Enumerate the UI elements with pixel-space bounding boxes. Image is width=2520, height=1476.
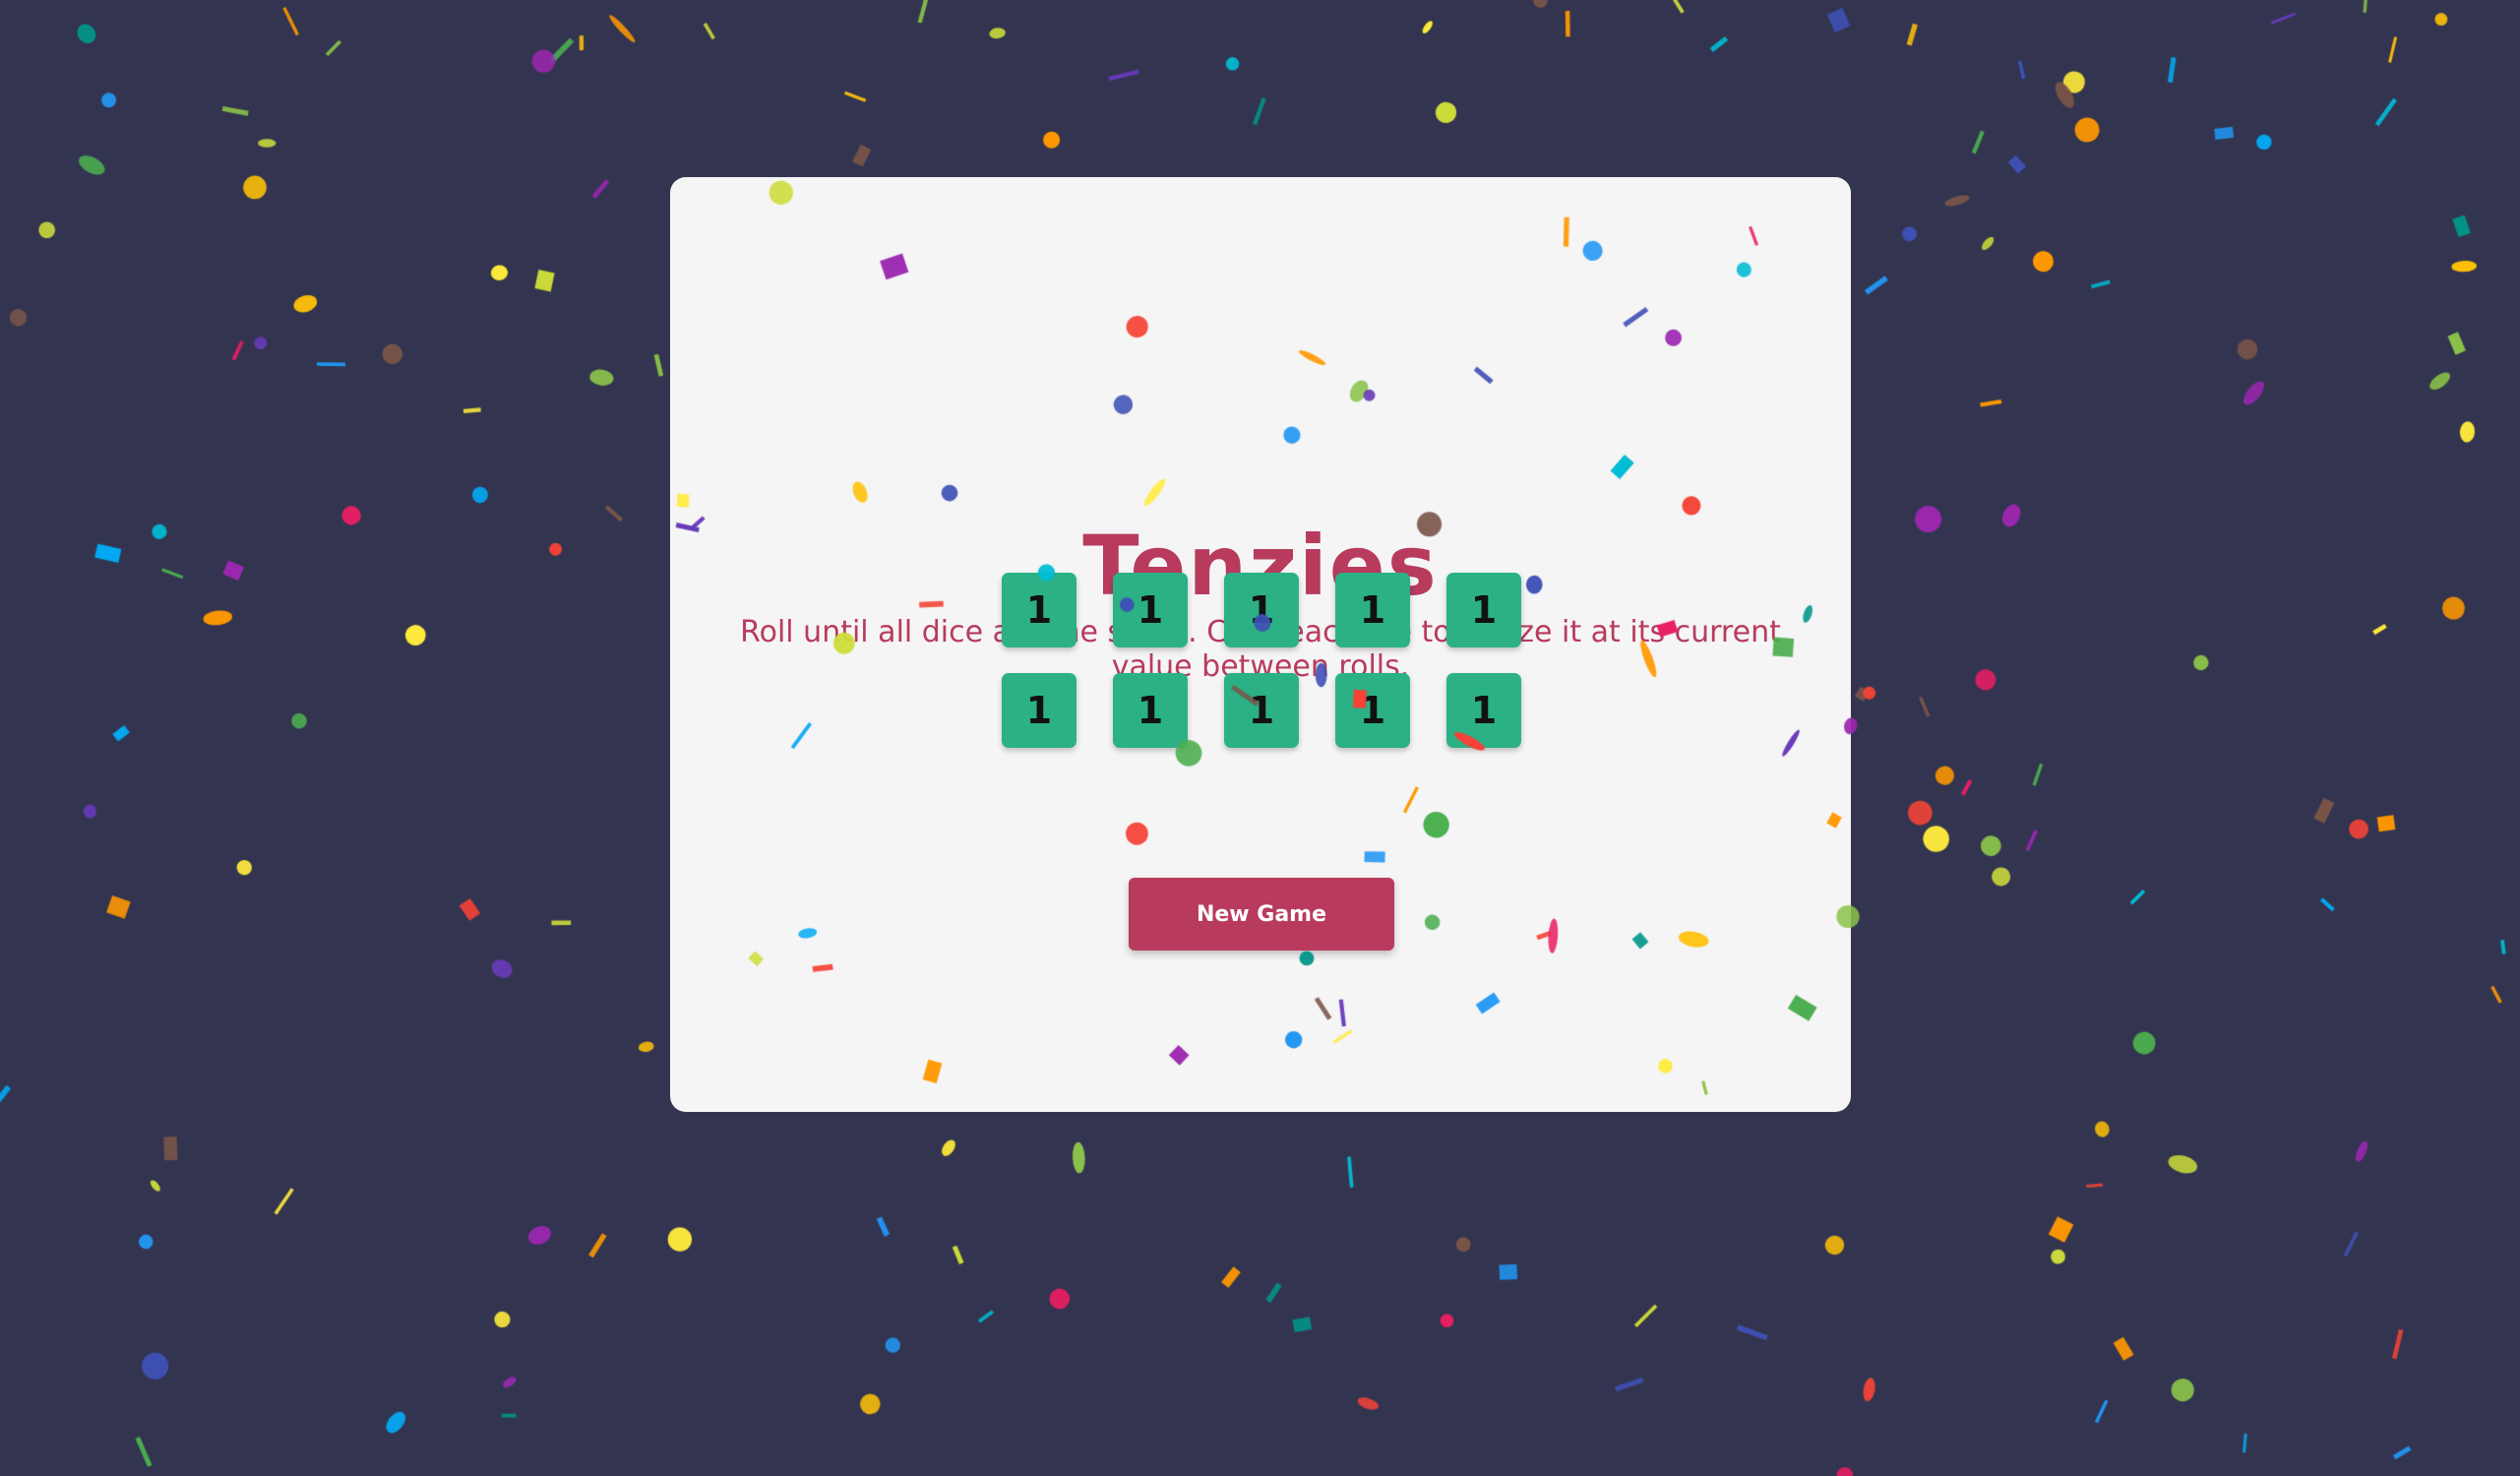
die-2[interactable]: 1	[1113, 573, 1188, 647]
dice-grid: 1 1 1 1 1 1 1 1 1 1	[1002, 573, 1521, 748]
die-8[interactable]: 1	[1224, 673, 1299, 748]
game-card: Tenzies Roll until all dice are the same…	[670, 177, 1851, 1112]
die-5[interactable]: 1	[1446, 573, 1521, 647]
die-4[interactable]: 1	[1335, 573, 1410, 647]
new-game-button[interactable]: New Game	[1129, 878, 1394, 951]
die-9[interactable]: 1	[1335, 673, 1410, 748]
die-3[interactable]: 1	[1224, 573, 1299, 647]
die-1[interactable]: 1	[1002, 573, 1076, 647]
die-10[interactable]: 1	[1446, 673, 1521, 748]
die-7[interactable]: 1	[1113, 673, 1188, 748]
die-6[interactable]: 1	[1002, 673, 1076, 748]
